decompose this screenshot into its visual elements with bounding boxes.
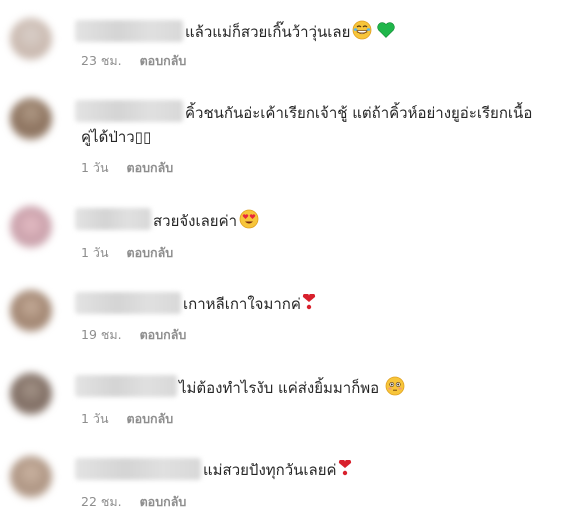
username-blurred[interactable] bbox=[75, 292, 181, 314]
comment-text: แล้วแม่ก็สวยเกิ๊นว้าวุ่นเลย bbox=[185, 20, 396, 46]
comments-list: แล้วแม่ก็สวยเกิ๊นว้าวุ่นเลย 23 ชม. ตอบกล… bbox=[0, 0, 574, 515]
comment-text: สวยจังเลยค่า bbox=[153, 209, 259, 235]
reply-button[interactable]: ตอบกลับ bbox=[126, 160, 173, 176]
comment-meta: 1 วัน ตอบกลับ bbox=[81, 411, 173, 427]
comment-item: แม่สวยปังทุกวันเลยค่ 22 ชม. ตอบกลับ bbox=[0, 440, 574, 515]
comment-text-continued: คู่ได้ป่าว▯▯ bbox=[81, 128, 152, 146]
avatar[interactable] bbox=[10, 290, 52, 332]
comment-item: ไม่ต้องทำไรงับ แค่ส่งยิ้มมาก็พอ 1 วัน ตอ… bbox=[0, 355, 574, 440]
flushed-face-icon bbox=[385, 376, 405, 402]
avatar[interactable] bbox=[10, 373, 52, 415]
comment-item: สวยจังเลยค่า 1 วัน ตอบกลับ bbox=[0, 190, 574, 270]
comment-meta: 19 ชม. ตอบกลับ bbox=[81, 327, 186, 343]
comment-meta: 23 ชม. ตอบกลับ bbox=[81, 53, 186, 69]
grin-sweat-icon bbox=[352, 20, 372, 46]
comment-time: 1 วัน bbox=[81, 245, 109, 260]
username-blurred[interactable] bbox=[75, 20, 183, 42]
avatar[interactable] bbox=[10, 206, 52, 248]
comment-time: 1 วัน bbox=[81, 160, 109, 175]
heart-exclamation-icon bbox=[337, 459, 353, 484]
avatar[interactable] bbox=[10, 18, 52, 60]
reply-button[interactable]: ตอบกลับ bbox=[140, 494, 187, 510]
comment-item: คิ้วชนกันอ่ะเค้าเรียกเจ้าชู้ แต่ถ้าคิ้วห… bbox=[0, 80, 574, 190]
comment-text: เกาหลีเกาใจมากค่ bbox=[183, 293, 317, 318]
comment-text: คิ้วชนกันอ่ะเค้าเรียกเจ้าชู้ แต่ถ้าคิ้วห… bbox=[185, 104, 533, 122]
reply-button[interactable]: ตอบกลับ bbox=[140, 327, 187, 343]
comment-text: แม่สวยปังทุกวันเลยค่ bbox=[203, 459, 353, 484]
comment-time: 23 ชม. bbox=[81, 53, 122, 68]
username-blurred[interactable] bbox=[75, 100, 183, 122]
username-blurred[interactable] bbox=[75, 458, 201, 480]
heart-exclamation-icon bbox=[301, 293, 317, 318]
comment-meta: 1 วัน ตอบกลับ bbox=[81, 160, 173, 176]
comment-time: 22 ชม. bbox=[81, 494, 122, 509]
reply-button[interactable]: ตอบกลับ bbox=[140, 53, 187, 69]
heart-eyes-icon bbox=[239, 209, 259, 235]
avatar[interactable] bbox=[10, 98, 52, 140]
comment-meta: 1 วัน ตอบกลับ bbox=[81, 245, 173, 261]
avatar[interactable] bbox=[10, 456, 52, 498]
comment-text: ไม่ต้องทำไรงับ แค่ส่งยิ้มมาก็พอ bbox=[179, 376, 405, 402]
reply-button[interactable]: ตอบกลับ bbox=[126, 411, 173, 427]
comment-time: 19 ชม. bbox=[81, 327, 122, 342]
green-heart-icon bbox=[376, 20, 396, 46]
comment-item: เกาหลีเกาใจมากค่ 19 ชม. ตอบกลับ bbox=[0, 270, 574, 355]
comment-meta: 22 ชม. ตอบกลับ bbox=[81, 494, 186, 510]
username-blurred[interactable] bbox=[75, 375, 177, 397]
reply-button[interactable]: ตอบกลับ bbox=[126, 245, 173, 261]
comment-time: 1 วัน bbox=[81, 411, 109, 426]
comment-item: แล้วแม่ก็สวยเกิ๊นว้าวุ่นเลย 23 ชม. ตอบกล… bbox=[0, 0, 574, 80]
username-blurred[interactable] bbox=[75, 208, 151, 230]
